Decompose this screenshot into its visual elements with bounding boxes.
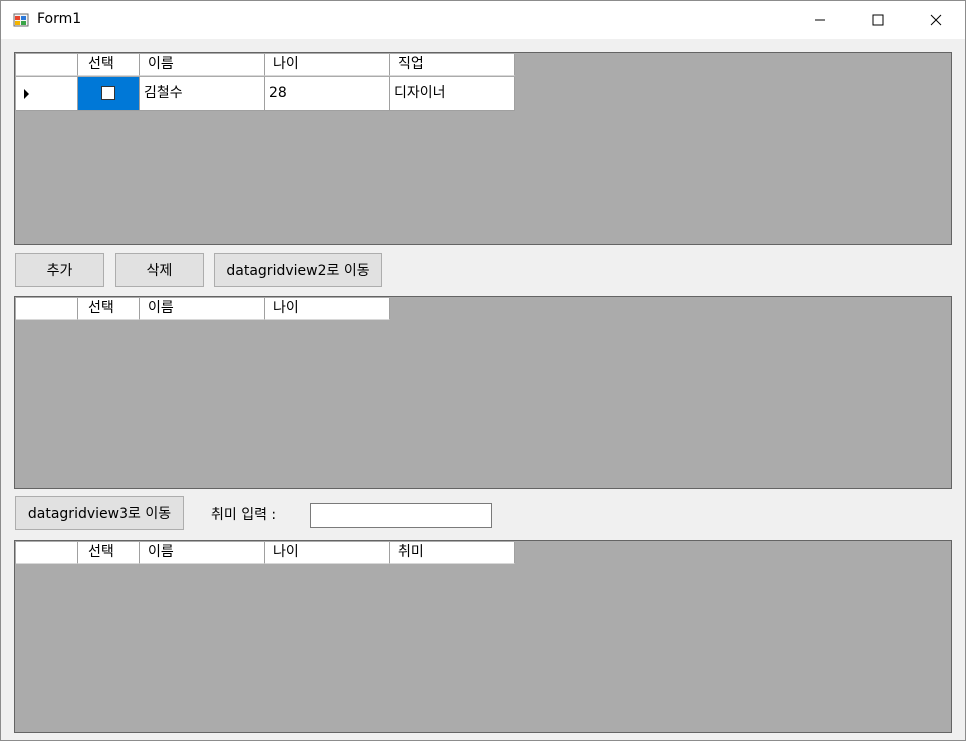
grid3-column-hobby[interactable]: 취미	[390, 542, 515, 564]
close-icon	[930, 14, 942, 26]
grid1-column-select[interactable]: 선택	[78, 54, 140, 76]
hobby-label: 취미 입력 :	[211, 507, 277, 523]
grid1-name-cell[interactable]: 김철수	[140, 77, 265, 111]
grid1-column-name[interactable]: 이름	[140, 54, 265, 76]
add-button[interactable]: 추가	[15, 253, 104, 287]
datagridview2[interactable]: 선택 이름 나이	[14, 296, 952, 489]
grid1-age-cell[interactable]: 28	[265, 77, 390, 111]
grid2-column-name[interactable]: 이름	[140, 298, 265, 320]
grid2-row-header-column[interactable]	[16, 298, 78, 320]
close-button[interactable]	[907, 1, 965, 39]
grid2-header-row: 선택 이름 나이	[16, 298, 390, 320]
grid2-column-select[interactable]: 선택	[78, 298, 140, 320]
delete-button[interactable]: 삭제	[115, 253, 204, 287]
title-bar: Form1	[1, 1, 965, 39]
grid1-column-age[interactable]: 나이	[265, 54, 390, 76]
maximize-icon	[872, 14, 884, 26]
minimize-button[interactable]	[791, 1, 849, 39]
table-row[interactable]: 김철수 28 디자이너	[16, 77, 515, 111]
hobby-input[interactable]	[310, 503, 492, 528]
grid1-row-header[interactable]	[16, 77, 78, 111]
window-title: Form1	[37, 11, 82, 27]
grid3-header-row: 선택 이름 나이 취미	[16, 542, 515, 564]
grid1-select-cell[interactable]	[78, 77, 140, 111]
datagridview1[interactable]: 선택 이름 나이 직업 김철수 28 디자이너	[14, 52, 952, 245]
main-window: Form1 선택 이름 나이 직업 김철수 28 디자이너 추가 삭제 data…	[0, 0, 966, 741]
app-icon	[13, 13, 29, 27]
select-checkbox[interactable]	[101, 86, 115, 100]
grid1-column-job[interactable]: 직업	[390, 54, 515, 76]
grid3-row-header-column[interactable]	[16, 542, 78, 564]
minimize-icon	[815, 19, 825, 21]
grid1-job-cell[interactable]: 디자이너	[390, 77, 515, 111]
grid3-column-select[interactable]: 선택	[78, 542, 140, 564]
move-to-grid3-button[interactable]: datagridview3로 이동	[15, 496, 184, 530]
datagridview3[interactable]: 선택 이름 나이 취미	[14, 540, 952, 733]
grid3-column-age[interactable]: 나이	[265, 542, 390, 564]
grid3-column-name[interactable]: 이름	[140, 542, 265, 564]
move-to-grid2-button[interactable]: datagridview2로 이동	[214, 253, 382, 287]
grid1-row-header-column[interactable]	[16, 54, 78, 76]
maximize-button[interactable]	[849, 1, 907, 39]
grid2-column-age[interactable]: 나이	[265, 298, 390, 320]
current-row-arrow-icon	[24, 89, 29, 99]
grid1-header-row: 선택 이름 나이 직업	[16, 54, 515, 76]
